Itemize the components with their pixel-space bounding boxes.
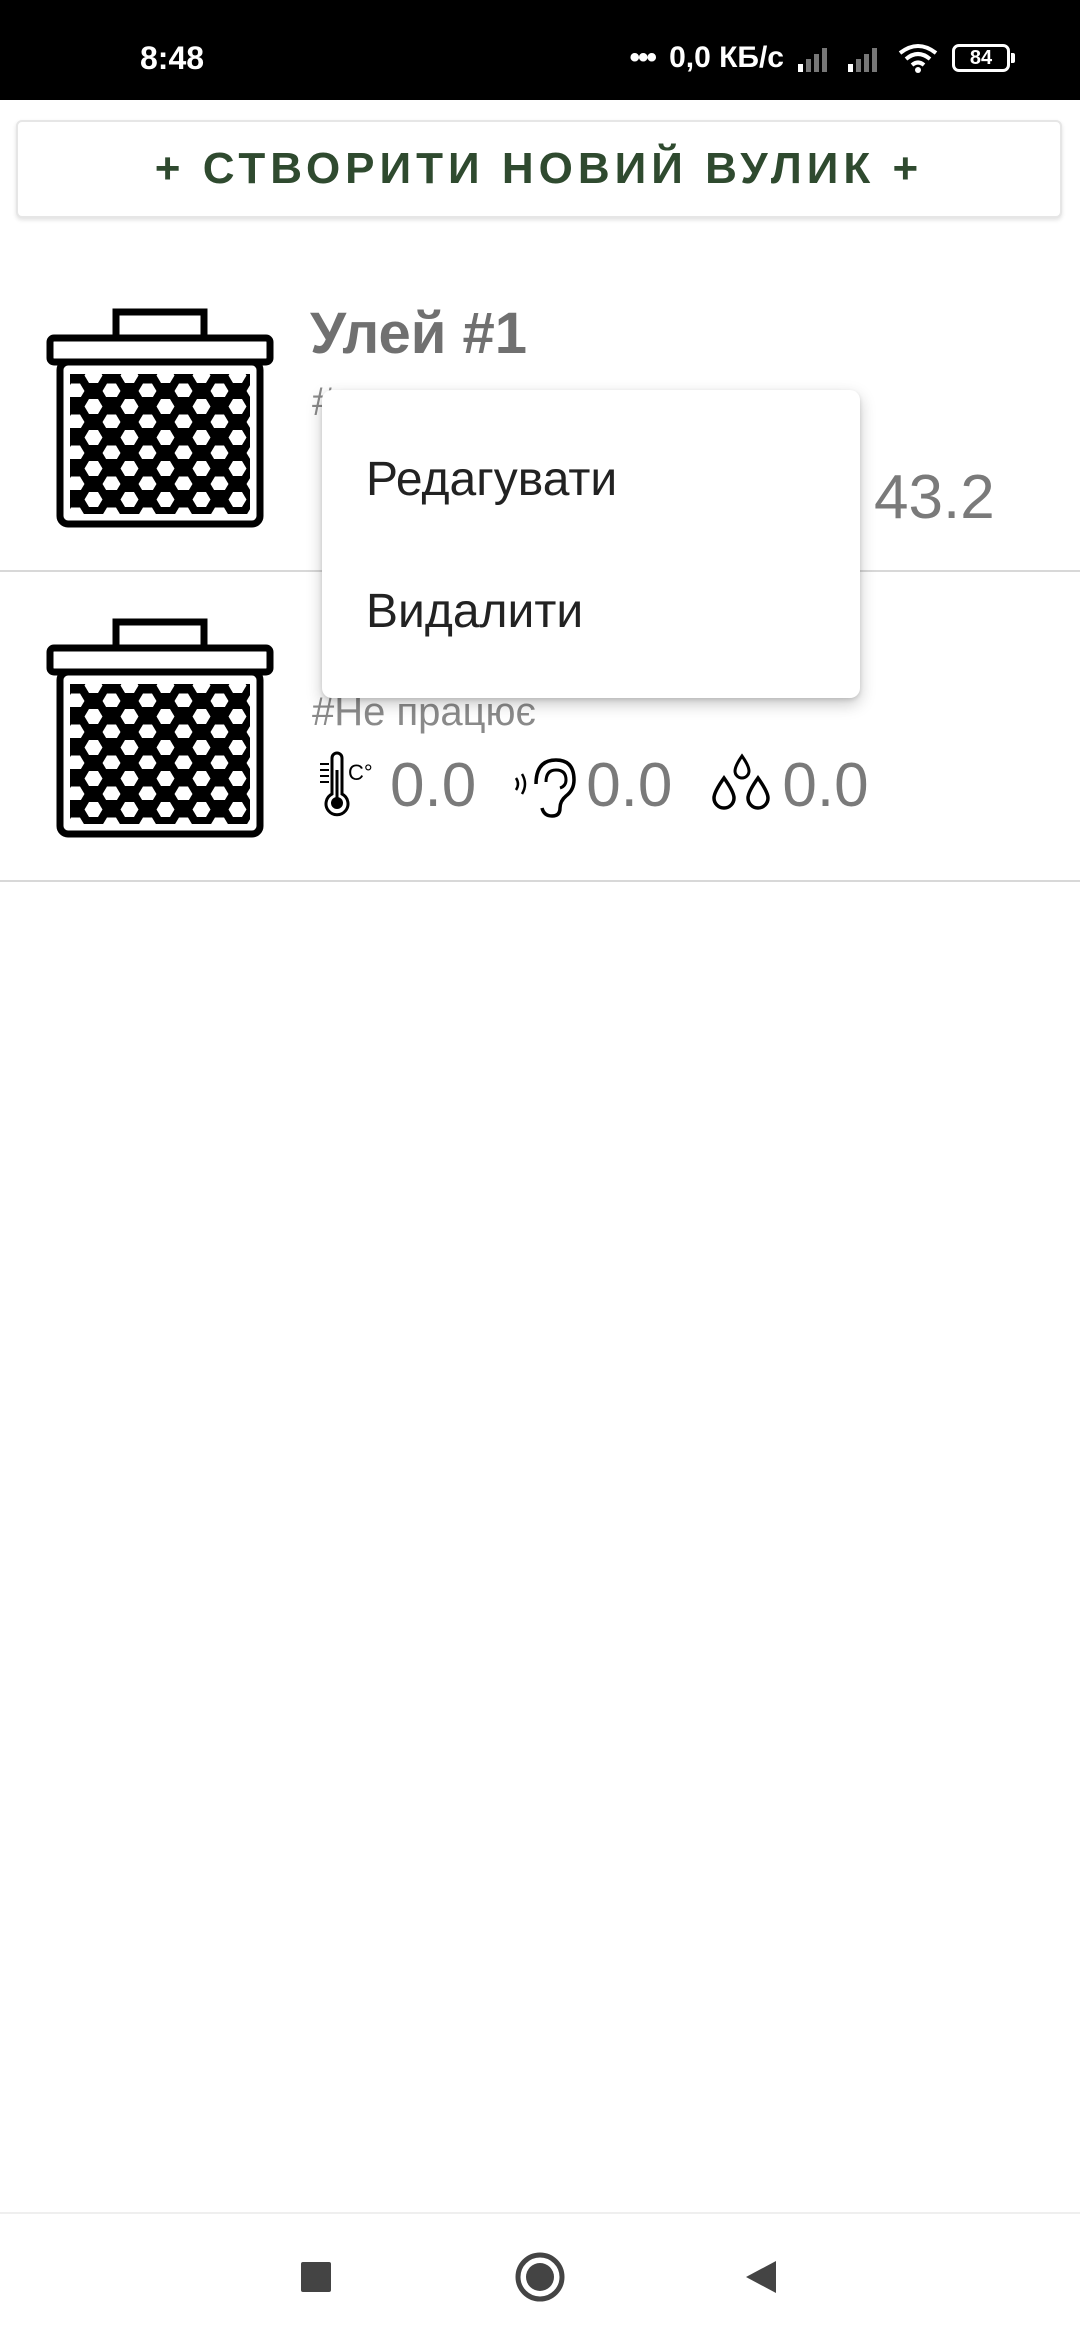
sound-metric: 0.0 bbox=[508, 750, 672, 821]
ear-icon bbox=[515, 758, 576, 818]
navigation-bar bbox=[0, 2212, 1080, 2342]
drops-icon bbox=[712, 753, 771, 810]
network-speed: 0,0 КБ/с bbox=[669, 41, 784, 74]
menu-item-delete[interactable]: Видалити bbox=[366, 584, 583, 639]
recent-apps-button[interactable] bbox=[281, 2242, 351, 2312]
hive-name: Улей #1 bbox=[310, 301, 528, 366]
thermometer-icon: C° bbox=[320, 751, 373, 817]
humidity-value: 43.2 bbox=[874, 462, 995, 532]
battery-level: 84 bbox=[969, 46, 993, 69]
hive-icon bbox=[46, 308, 274, 528]
create-hive-button[interactable]: + СТВОРИТИ НОВИЙ ВУЛИК + bbox=[16, 120, 1062, 218]
hive-icon bbox=[46, 618, 274, 838]
signal-icon-2 bbox=[848, 48, 877, 72]
more-dots-icon: ••• bbox=[629, 41, 657, 74]
svg-text:C°: C° bbox=[348, 760, 373, 785]
wifi-icon bbox=[898, 44, 938, 73]
home-button[interactable] bbox=[505, 2242, 575, 2312]
temperature-metric: C° 0.0 bbox=[312, 750, 476, 821]
humidity-value: 0.0 bbox=[782, 750, 869, 820]
hive-metrics: 43.2 bbox=[872, 452, 1027, 542]
temperature-value: 0.0 bbox=[390, 750, 477, 820]
back-button[interactable] bbox=[727, 2242, 797, 2312]
square-icon bbox=[301, 2262, 331, 2292]
humidity-metric: 0.0 bbox=[704, 750, 869, 821]
hive-metrics: C° 0.0 0.0 0.0 bbox=[312, 740, 901, 830]
menu-item-edit[interactable]: Редагувати bbox=[366, 452, 617, 507]
triangle-back-icon bbox=[746, 2261, 776, 2293]
status-right: ••• 0,0 КБ/с 84 bbox=[629, 38, 1015, 78]
context-menu: Редагувати Видалити bbox=[322, 390, 860, 698]
status-bar: 8:48 ••• 0,0 КБ/с 84 bbox=[0, 0, 1080, 100]
battery-icon: 84 bbox=[952, 44, 1015, 72]
signal-icon bbox=[798, 48, 827, 72]
circle-icon bbox=[515, 2252, 565, 2302]
sound-value: 0.0 bbox=[586, 750, 673, 820]
status-time: 8:48 bbox=[140, 40, 205, 76]
humidity-metric: 43.2 bbox=[872, 462, 995, 533]
